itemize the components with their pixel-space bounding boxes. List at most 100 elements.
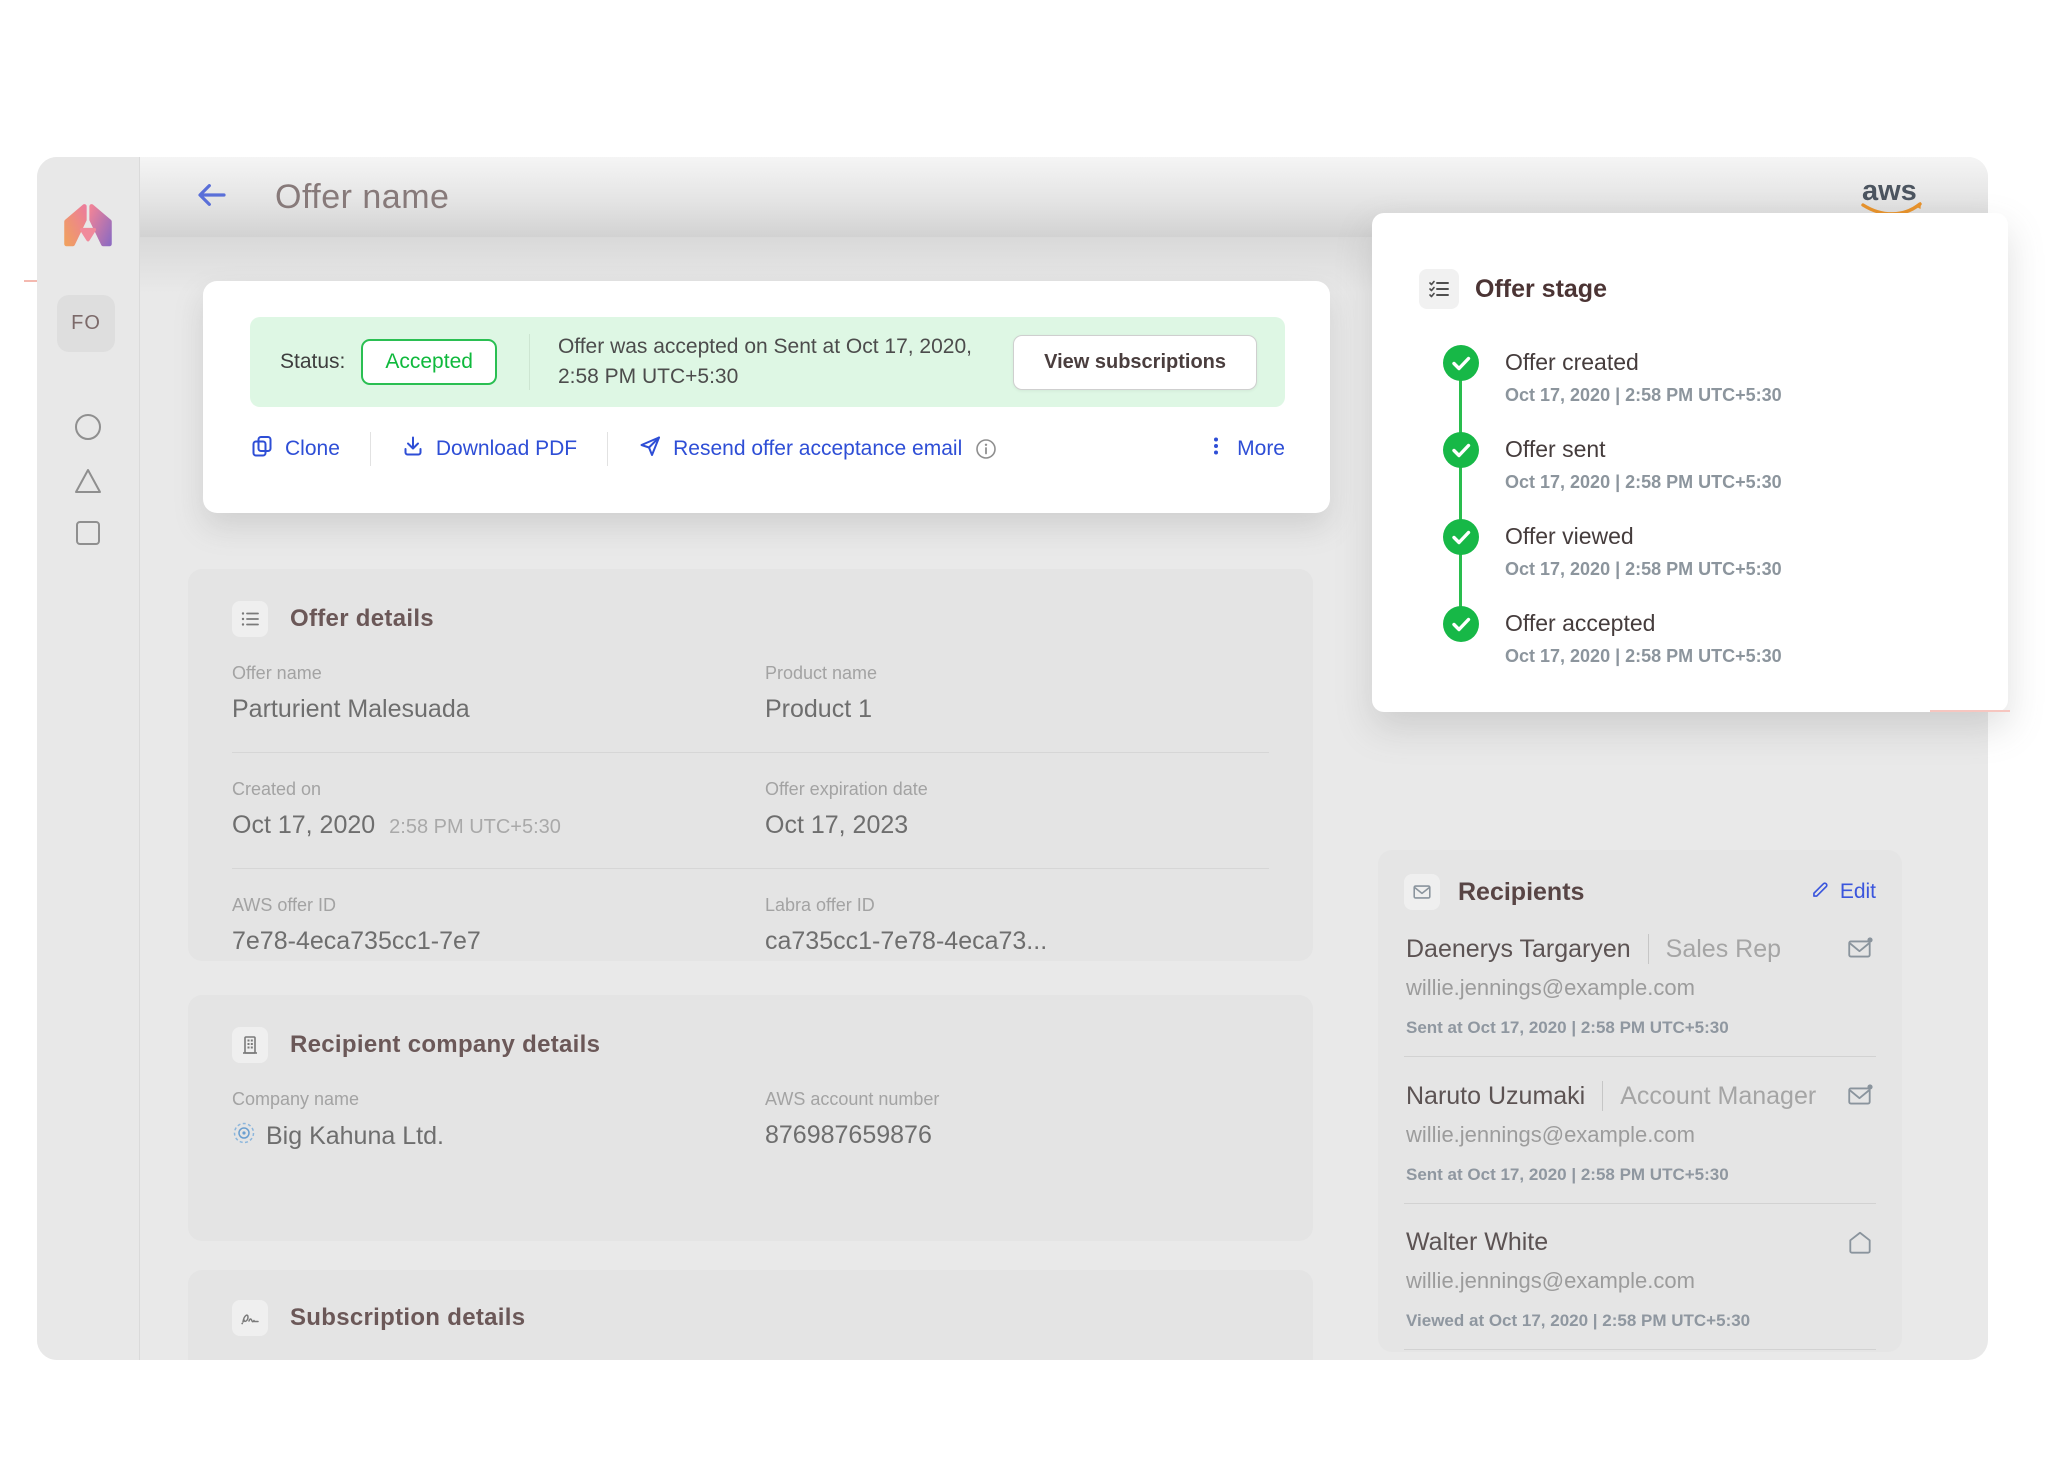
more-label: More [1237,437,1285,461]
recipient-header: Daenerys Targaryen Sales Rep [1406,934,1874,964]
panel-title: Subscription details [290,1304,525,1332]
info-icon[interactable] [975,438,997,460]
timeline-step: Offer viewedOct 17, 2020 | 2:58 PM UTC+5… [1443,519,2008,606]
recipients-heading: Recipients Edit [1404,874,1876,910]
banner-divider [529,334,530,390]
action-divider [370,432,371,466]
field-value: Oct 17, 2020 2:58 PM UTC+5:30 [232,811,765,840]
left-edge-marker [24,280,37,282]
recipient-header: Naruto Uzumaki Account Manager [1406,1081,1874,1111]
recipient-status: Sent at Oct 17, 2020 | 2:58 PM UTC+5:30 [1406,1165,1874,1185]
company-badge-icon [232,1121,256,1152]
copy-icon [250,434,274,464]
edit-label: Edit [1840,880,1876,904]
step-label: Offer sent [1505,436,1782,463]
step-timestamp: Oct 17, 2020 | 2:58 PM UTC+5:30 [1505,385,1782,406]
signature-icon [232,1300,268,1336]
offer-stage-title: Offer stage [1475,275,1607,304]
company-details-heading: Recipient company details [232,1027,1269,1063]
detail-row: Created on Oct 17, 20202:58 PM UTC+5:30 … [232,753,1269,869]
edit-recipients-button[interactable]: Edit [1810,879,1876,906]
role-divider [1602,1081,1603,1111]
more-button[interactable]: More [1205,435,1285,463]
field-aws-offer-id: AWS offer ID 7e78-4eca735cc1-7e7 [232,895,765,956]
field-company-name: Company name Big Kahuna Ltd. [232,1089,765,1152]
status-banner: Status: Accepted Offer was accepted on S… [250,317,1285,407]
status-badge: Accepted [361,339,497,385]
panel-title: Recipient company details [290,1031,600,1059]
field-label: Offer name [232,663,765,684]
recipient-role: Account Manager [1620,1082,1816,1111]
field-value: Parturient Malesuada [232,695,765,724]
recipient-row: Naruto Uzumaki Account Manager willie.je… [1404,1057,1876,1204]
check-circle-icon [1443,432,1479,468]
status-card: Status: Accepted Offer was accepted on S… [203,281,1330,513]
sidebar-item-square[interactable] [72,517,104,549]
clone-button[interactable]: Clone [250,434,340,464]
field-value: ca735cc1-7e78-4eca73... [765,927,1269,956]
download-pdf-button[interactable]: Download PDF [401,434,577,464]
field-expiration-date: Offer expiration date Oct 17, 2023 [765,779,1269,840]
field-label: AWS offer ID [232,895,765,916]
app-logo-icon[interactable] [59,201,117,253]
list-icon [232,601,268,637]
view-subscriptions-button[interactable]: View subscriptions [1013,335,1257,390]
check-circle-icon [1443,519,1479,555]
checklist-icon [1419,269,1459,309]
recipient-status: Sent at Oct 17, 2020 | 2:58 PM UTC+5:30 [1406,1018,1874,1038]
download-pdf-label: Download PDF [436,437,577,461]
company-details-panel: Recipient company details Company name B… [188,995,1313,1241]
field-value: 876987659876 [765,1121,1269,1150]
sidebar-item-circle[interactable] [72,411,104,443]
circle-icon [72,411,104,443]
check-circle-icon [1443,345,1479,381]
recipient-row: Walter White willie.jennings@example.com… [1404,1204,1876,1350]
panel-title: Offer details [290,605,434,633]
step-timestamp: Oct 17, 2020 | 2:58 PM UTC+5:30 [1505,472,1782,493]
recipients-card: Recipients Edit Daenerys Targaryen Sales… [1378,850,1902,1352]
timeline-step: Offer sent Oct 17, 2020 | 2:58 PM UTC+5:3… [1443,432,2008,519]
recipients-title: Recipients [1458,878,1584,907]
field-value: Big Kahuna Ltd. [232,1121,765,1152]
field-value: Oct 17, 2023 [765,811,1269,840]
kebab-menu-icon [1205,435,1227,463]
clone-label: Clone [285,437,340,461]
sidebar: FO [37,157,140,1360]
field-value: 7e78-4eca735cc1-7e7 [232,927,765,956]
recipient-status: Viewed at Oct 17, 2020 | 2:58 PM UTC+5:3… [1406,1311,1874,1331]
step-label: Offer created [1505,349,1782,376]
workspace-badge[interactable]: FO [57,295,115,352]
field-label: Offer expiration date [765,779,1269,800]
created-date: Oct 17, 2020 [232,811,375,839]
resend-email-button[interactable]: Resend offer acceptance email [638,434,962,464]
building-icon [232,1027,268,1063]
timeline-step: Offer created Oct 17, 2020 | 2:58 PM UTC+… [1443,345,2008,432]
sidebar-item-triangle[interactable] [72,465,104,497]
status-message: Offer was accepted on Sent at Oct 17, 20… [558,332,1010,392]
field-label: AWS account number [765,1089,1269,1110]
offer-stage-heading: Offer stage [1419,269,2008,309]
back-button[interactable] [195,180,229,214]
recipient-email: willie.jennings@example.com [1406,975,1874,1001]
aws-logo-text: aws [1862,175,1917,207]
created-time: 2:58 PM UTC+5:30 [389,816,561,838]
screen: Offer name aws [0,0,2048,1470]
resend-email-label: Resend offer acceptance email [673,437,962,461]
subscription-details-heading: Subscription details [232,1300,1269,1336]
step-label: Offer accepted [1505,610,1782,637]
recipient-name: Naruto Uzumaki [1406,1082,1585,1111]
mail-sent-icon [1846,1082,1874,1110]
mail-icon [1404,874,1440,910]
offer-details-heading: Offer details [232,601,1269,637]
recipient-email: willie.jennings@example.com [1406,1122,1874,1148]
recipient-row: Daenerys Targaryen Sales Rep willie.jenn… [1404,910,1876,1057]
field-label: Labra offer ID [765,895,1269,916]
detail-row: AWS offer ID 7e78-4eca735cc1-7e7 Labra o… [232,869,1269,984]
recipient-email: willie.jennings@example.com [1406,1268,1874,1294]
status-actions: Clone Download PDF Resend offer acceptan… [250,432,1285,466]
step-timestamp: Oct 17, 2020 | 2:58 PM UTC+5:30 [1505,646,1782,667]
field-created-on: Created on Oct 17, 20202:58 PM UTC+5:30 [232,779,765,840]
offer-stage-timeline: Offer created Oct 17, 2020 | 2:58 PM UTC+… [1443,345,2008,693]
mail-sent-icon [1846,935,1874,963]
field-label: Product name [765,663,1269,684]
